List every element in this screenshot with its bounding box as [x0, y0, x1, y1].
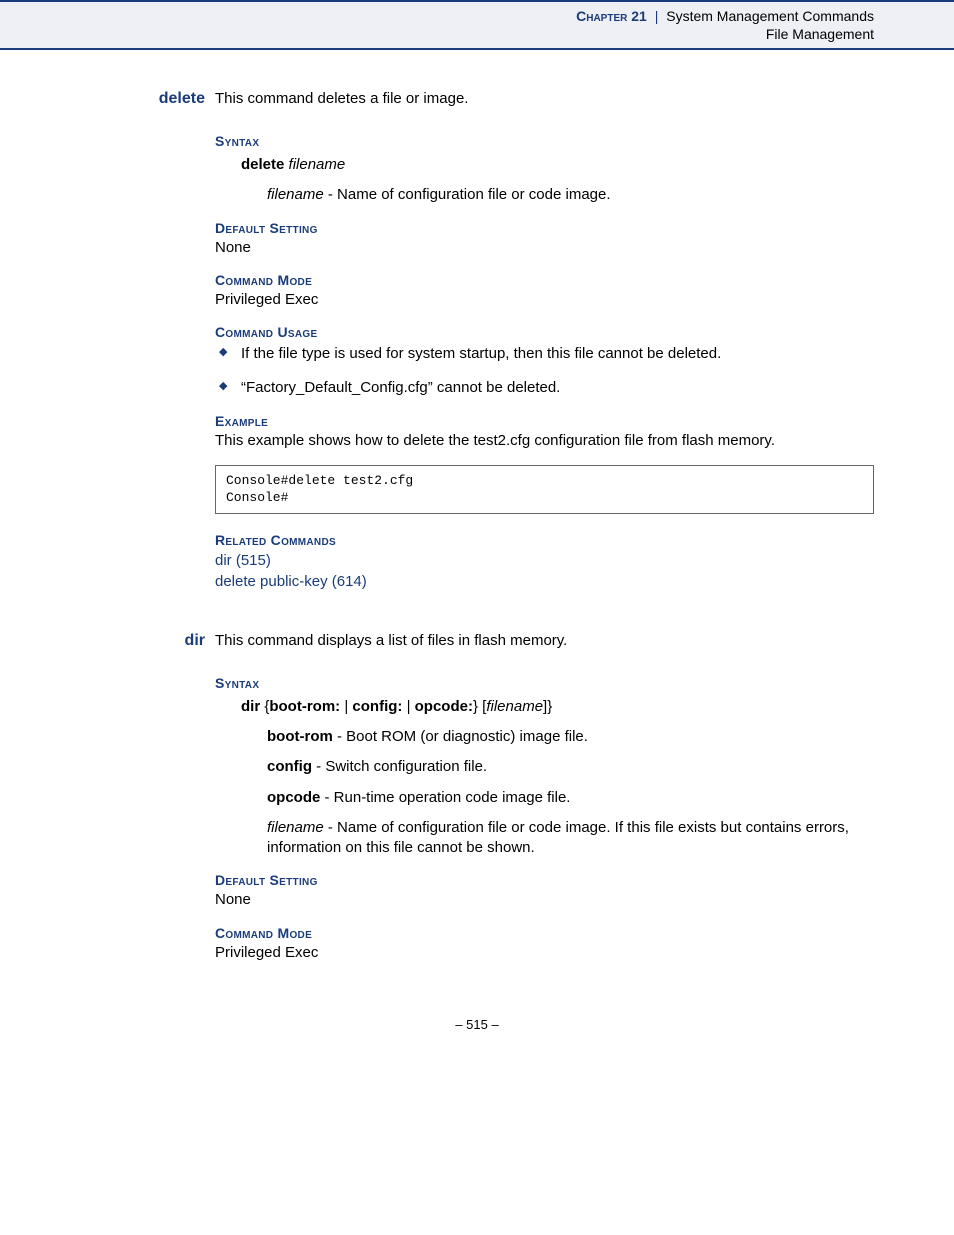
- syntax-heading: Syntax: [215, 675, 874, 691]
- pipe: |: [340, 698, 352, 715]
- command-body-dir: This command displays a list of files in…: [215, 632, 874, 977]
- pipe: |: [402, 698, 414, 715]
- page-header: Chapter 21 | System Management Commands …: [0, 0, 954, 50]
- chapter-label: Chapter 21: [576, 8, 647, 24]
- param-opcode: opcode - Run-time operation code image f…: [267, 788, 874, 808]
- arg-label: filename: [267, 186, 324, 203]
- separator: |: [655, 8, 659, 24]
- delete-intro: This command deletes a file or image.: [215, 90, 874, 107]
- usage-list: If the file type is used for system star…: [215, 344, 874, 399]
- command-body-delete: This command deletes a file or image. Sy…: [215, 90, 874, 592]
- delete-syntax-line: delete filename: [241, 155, 874, 175]
- mode-value: Privileged Exec: [215, 943, 874, 963]
- dir-syntax-block: dir {boot-rom: | config: | opcode:} [fil…: [241, 697, 874, 859]
- brace-close: } [: [473, 698, 486, 715]
- usage-item: If the file type is used for system star…: [215, 344, 874, 364]
- param-boot-rom: boot-rom - Boot ROM (or diagnostic) imag…: [267, 727, 874, 747]
- syntax-cmd: dir: [241, 698, 260, 715]
- param-config: config - Switch configuration file.: [267, 757, 874, 777]
- example-heading: Example: [215, 413, 874, 429]
- command-entry-dir: dir This command displays a list of file…: [80, 632, 874, 977]
- command-name-delete: delete: [80, 90, 215, 592]
- default-heading: Default Setting: [215, 220, 874, 236]
- related-link[interactable]: dir (515): [215, 552, 271, 569]
- brace-open: {: [260, 698, 269, 715]
- example-desc: This example shows how to delete the tes…: [215, 431, 874, 451]
- param-filename: filename - Name of configuration file or…: [267, 818, 874, 859]
- delete-syntax-block: delete filename filename - Name of confi…: [241, 155, 874, 206]
- page-body: delete This command deletes a file or im…: [0, 50, 954, 1062]
- usage-item: “Factory_Default_Config.cfg” cannot be d…: [215, 378, 874, 398]
- syntax-arg: filename: [289, 156, 346, 173]
- default-heading: Default Setting: [215, 872, 874, 888]
- usage-heading: Command Usage: [215, 324, 874, 340]
- header-subtitle: File Management: [0, 26, 874, 42]
- example-code: Console#delete test2.cfg Console#: [215, 465, 874, 514]
- opt-config: config:: [352, 698, 402, 715]
- dir-syntax-sub: boot-rom - Boot ROM (or diagnostic) imag…: [267, 727, 874, 858]
- related-link[interactable]: delete public-key (614): [215, 573, 367, 590]
- mode-heading: Command Mode: [215, 925, 874, 941]
- header-title: System Management Commands: [666, 8, 874, 24]
- default-value: None: [215, 238, 874, 258]
- related-commands: dir (515) delete public-key (614): [215, 550, 874, 592]
- arg-desc: - Name of configuration file or code ima…: [324, 186, 611, 203]
- page-footer: – 515 –: [80, 1017, 874, 1032]
- syntax-arg: filename: [486, 698, 543, 715]
- mode-heading: Command Mode: [215, 272, 874, 288]
- opt-opcode: opcode:: [415, 698, 473, 715]
- syntax-heading: Syntax: [215, 133, 874, 149]
- related-heading: Related Commands: [215, 532, 874, 548]
- delete-syntax-sub: filename - Name of configuration file or…: [267, 185, 874, 205]
- mode-value: Privileged Exec: [215, 290, 874, 310]
- syntax-cmd: delete: [241, 156, 284, 173]
- default-value: None: [215, 890, 874, 910]
- opt-boot-rom: boot-rom:: [269, 698, 340, 715]
- command-name-dir: dir: [80, 632, 215, 977]
- dir-intro: This command displays a list of files in…: [215, 632, 874, 649]
- command-entry-delete: delete This command deletes a file or im…: [80, 90, 874, 592]
- dir-syntax-line: dir {boot-rom: | config: | opcode:} [fil…: [241, 697, 874, 717]
- bracket-close: ]}: [543, 698, 552, 715]
